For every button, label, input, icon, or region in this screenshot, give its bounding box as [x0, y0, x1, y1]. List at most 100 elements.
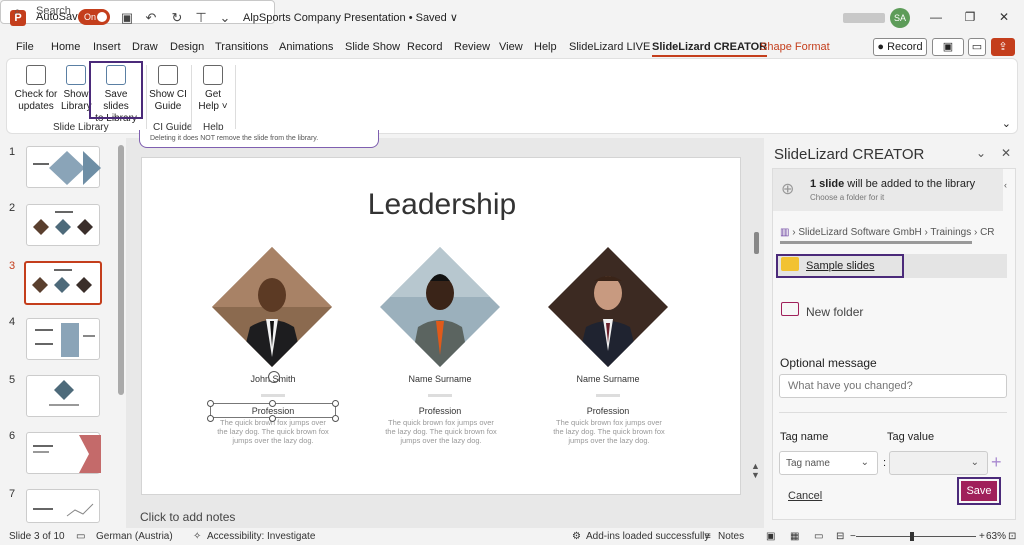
zoom-out-icon[interactable]: −: [850, 531, 856, 542]
breadcrumb[interactable]: ▥ › SlideLizard Software GmbH › Training…: [780, 227, 1002, 238]
show-library-button[interactable]: Show Library: [61, 63, 92, 113]
resize-handle[interactable]: [332, 415, 339, 422]
person-name-2[interactable]: Name Surname: [355, 374, 525, 384]
tab-draw[interactable]: Draw: [132, 41, 158, 53]
tab-shape-format[interactable]: Shape Format: [760, 41, 830, 53]
slideshow-view-icon[interactable]: ⊟: [836, 531, 844, 542]
resize-handle[interactable]: [207, 400, 214, 407]
slide-scrollbar[interactable]: [754, 232, 759, 254]
resize-handle[interactable]: [207, 415, 214, 422]
check-updates-button[interactable]: Check for updates: [13, 63, 59, 113]
tab-view[interactable]: View: [499, 41, 523, 53]
undo-icon[interactable]: ↶: [142, 9, 160, 27]
tab-slidelizard-live[interactable]: SlideLizard LIVE: [569, 41, 650, 53]
autosave-toggle[interactable]: On: [78, 9, 110, 25]
tab-animations[interactable]: Animations: [279, 41, 333, 53]
resize-handle[interactable]: [269, 415, 276, 422]
notes-button[interactable]: Notes: [718, 531, 744, 542]
tab-review[interactable]: Review: [454, 41, 490, 53]
spellcheck-icon[interactable]: ▭: [76, 531, 85, 542]
tab-record[interactable]: Record: [407, 41, 442, 53]
slide-title[interactable]: Leadership: [142, 188, 742, 222]
thumbnails-scrollbar[interactable]: [118, 145, 124, 395]
zoom-level[interactable]: 63%: [986, 531, 1006, 542]
save-icon[interactable]: ▣: [118, 9, 136, 27]
close-icon[interactable]: ✕: [994, 10, 1014, 26]
tab-transitions[interactable]: Transitions: [215, 41, 268, 53]
person-name-3[interactable]: Name Surname: [523, 374, 693, 384]
pane-options-icon[interactable]: ⌄: [976, 146, 986, 160]
slide-sorter-icon[interactable]: ▦: [790, 531, 799, 542]
resize-handle[interactable]: [332, 400, 339, 407]
record-button[interactable]: ● Record: [873, 38, 927, 56]
title-bar: P AutoSave On ▣ ↶ ↻ ⊤ ⌄ AlpSports Compan…: [0, 0, 1024, 36]
new-folder-icon: [781, 302, 799, 316]
present-teams-button[interactable]: ▣: [932, 38, 964, 56]
zoom-in-icon[interactable]: +: [979, 531, 985, 542]
resize-handle[interactable]: [269, 400, 276, 407]
pane-close-icon[interactable]: ✕: [1001, 146, 1011, 160]
present-icon[interactable]: ⊤: [192, 9, 210, 27]
scroll-arrows-icon[interactable]: ▲ ▼: [751, 462, 760, 480]
tab-slidelizard-creator[interactable]: SlideLizard CREATOR: [652, 41, 768, 57]
tab-slide-show[interactable]: Slide Show: [345, 41, 400, 53]
profession-2[interactable]: Profession: [355, 406, 525, 416]
breadcrumb-scrollbar[interactable]: [780, 241, 972, 244]
collapse-ribbon-icon[interactable]: ⌄: [1002, 117, 1011, 130]
description-3[interactable]: The quick brown fox jumps over the lazy …: [550, 418, 668, 445]
redo-icon[interactable]: ↻: [168, 9, 186, 27]
person-photo-1[interactable]: [212, 247, 332, 367]
document-title[interactable]: AlpSports Company Presentation • Saved ∨: [243, 11, 458, 24]
slide-thumbnail[interactable]: [26, 489, 100, 523]
tab-home[interactable]: Home: [51, 41, 80, 53]
collapse-pane-icon[interactable]: ‹: [1004, 180, 1007, 190]
fit-slide-icon[interactable]: ⊡: [1008, 531, 1016, 542]
normal-view-icon[interactable]: ▣: [766, 531, 775, 542]
restore-icon[interactable]: ❐: [960, 10, 980, 26]
description-1[interactable]: The quick brown fox jumps over the lazy …: [214, 418, 332, 445]
slide-thumbnail[interactable]: [26, 432, 101, 474]
breadcrumb-path: › SlideLizard Software GmbH › Trainings …: [792, 227, 995, 238]
person-photo-2[interactable]: [380, 247, 500, 367]
show-ci-guide-button[interactable]: Show CI Guide: [147, 63, 189, 113]
refresh-icon: [26, 65, 46, 85]
accessibility-status[interactable]: Accessibility: Investigate: [207, 531, 315, 542]
rotate-handle-icon[interactable]: [268, 371, 280, 383]
share-button[interactable]: ⇪: [991, 38, 1015, 56]
description-2[interactable]: The quick brown fox jumps over the lazy …: [382, 418, 500, 445]
person-photo-3[interactable]: [548, 247, 668, 367]
tab-file[interactable]: File: [16, 41, 34, 53]
show-library-label2: Library: [61, 101, 92, 112]
tab-design[interactable]: Design: [170, 41, 204, 53]
zoom-thumb[interactable]: [910, 532, 914, 541]
tab-insert[interactable]: Insert: [93, 41, 121, 53]
new-folder-button[interactable]: New folder: [806, 305, 863, 319]
tag-value-select[interactable]: ⌄: [889, 451, 988, 475]
slide-canvas[interactable]: Leadership John Smith Name Surname Name …: [141, 157, 741, 495]
add-tag-icon[interactable]: +: [991, 452, 1002, 473]
minimize-icon[interactable]: —: [926, 10, 946, 26]
check-updates-label2: updates: [18, 101, 54, 112]
tag-name-select[interactable]: Tag name ⌄: [779, 451, 878, 475]
slide-thumbnail[interactable]: [26, 146, 101, 188]
save-button[interactable]: Save: [961, 481, 997, 501]
profession-3[interactable]: Profession: [523, 406, 693, 416]
avatar[interactable]: SA: [890, 8, 910, 28]
slide-number: 4: [9, 316, 16, 328]
slide-number: 7: [9, 488, 16, 500]
get-help-button[interactable]: Get Help ˅: [195, 63, 231, 113]
language[interactable]: German (Austria): [96, 531, 173, 542]
reading-view-icon[interactable]: ▭: [814, 531, 823, 542]
cancel-button[interactable]: Cancel: [788, 490, 822, 502]
slide-thumbnail[interactable]: [26, 375, 100, 417]
zoom-slider[interactable]: [856, 536, 976, 537]
save-highlight: Save: [957, 477, 1001, 505]
notes-placeholder[interactable]: Click to add notes: [140, 510, 235, 524]
customize-toolbar-icon[interactable]: ⌄: [216, 9, 234, 27]
slide-thumbnail[interactable]: [26, 204, 100, 246]
tab-help[interactable]: Help: [534, 41, 557, 53]
slide-thumbnail[interactable]: [26, 318, 100, 360]
comments-button[interactable]: ▭: [968, 38, 986, 56]
message-input[interactable]: [779, 374, 1007, 398]
slide-thumbnail-active[interactable]: [24, 261, 102, 305]
